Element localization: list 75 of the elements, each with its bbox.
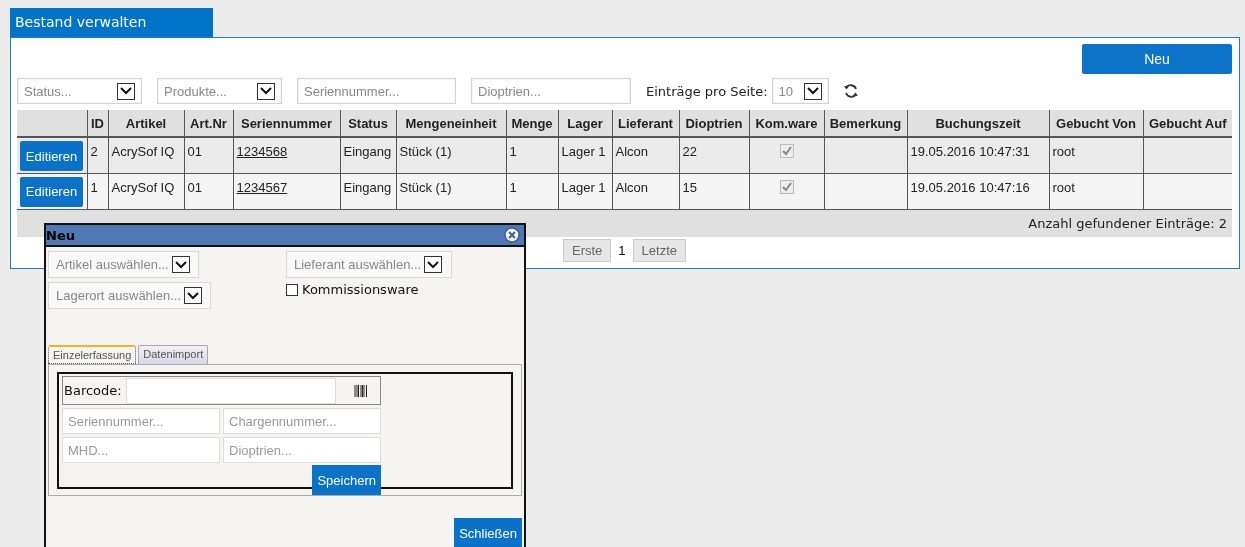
table-cell: Alcon — [615, 144, 649, 159]
checkbox[interactable] — [286, 283, 298, 296]
storage-select[interactable]: Lagerort auswählen... — [48, 282, 211, 309]
page-size-select[interactable]: 10 — [771, 78, 829, 104]
input-field[interactable]: Seriennummer... — [62, 408, 220, 434]
table-cell: Eingang — [343, 144, 392, 159]
checkbox-label: Kommissionsware — [302, 282, 419, 297]
refresh-icon[interactable] — [842, 83, 859, 99]
dropdown-caret-icon[interactable] — [803, 82, 822, 100]
result-count: Anzahl gefundener Einträge: 2 — [1028, 215, 1227, 231]
last-page-button[interactable]: Letzte — [632, 238, 686, 262]
input-field[interactable]: Dioptrien... — [223, 437, 381, 463]
column-header: Gebucht Von — [1049, 110, 1143, 137]
filter-input[interactable]: Dioptrien... — [471, 78, 631, 104]
close-button[interactable]: Schließen — [454, 518, 522, 547]
table-cell: 22 — [682, 144, 697, 159]
table-cell: Lager 1 — [561, 144, 606, 159]
table-cell: 01 — [187, 144, 202, 159]
table-cell: Stück (1) — [399, 144, 452, 159]
table-cell: Alcon — [615, 179, 649, 195]
table-cell: 1 — [509, 179, 517, 195]
barcode-field[interactable] — [125, 377, 336, 404]
input-field[interactable]: Chargennummer... — [223, 408, 381, 434]
current-page[interactable]: 1 — [617, 242, 627, 258]
table-cell: Eingang — [343, 179, 392, 195]
table-cell: Lager 1 — [561, 179, 606, 195]
filter-input[interactable]: Seriennummer... — [297, 78, 456, 104]
column-header: Bemerkung — [824, 110, 907, 137]
column-header: Art.Nr — [184, 110, 233, 137]
column-header: Dioptrien — [679, 110, 749, 137]
filter-select[interactable]: Produkte... — [157, 78, 282, 104]
table-cell: AcrySof IQ — [111, 179, 175, 195]
page-size-label: Einträge pro Seite: — [646, 83, 768, 99]
column-header: Menge — [506, 110, 558, 137]
input-field[interactable]: MHD... — [62, 437, 220, 463]
table-cell: 19.05.2016 10:47:16 — [910, 179, 1030, 195]
column-header: Artikel — [108, 110, 184, 137]
column-header: ID — [87, 110, 108, 137]
table-cell: root — [1052, 144, 1075, 159]
tab[interactable]: Einzelerfassung — [48, 345, 137, 364]
tab[interactable]: Datenimport — [138, 345, 209, 364]
article-select[interactable]: Artikel auswählen... — [48, 251, 199, 278]
column-header: Buchungszeit — [907, 110, 1049, 137]
supplier-select[interactable]: Lieferant auswählen... — [286, 251, 452, 278]
table-cell: 01 — [187, 179, 202, 195]
table-cell: 1 — [90, 179, 98, 195]
table-cell: Stück (1) — [399, 179, 452, 195]
table-cell: 1 — [509, 144, 517, 159]
table-cell: 19.05.2016 10:47:31 — [910, 144, 1030, 159]
table-cell: AcrySof IQ — [111, 144, 175, 159]
edit-button[interactable]: Editieren — [20, 141, 83, 171]
new-button[interactable]: Neu — [1082, 44, 1232, 74]
column-header: Lager — [558, 110, 612, 137]
column-header: Mengeneinheit — [396, 110, 506, 137]
dropdown-caret-icon[interactable] — [424, 256, 443, 273]
column-header: Status — [340, 110, 396, 137]
column-header: Lieferant — [612, 110, 679, 137]
table-cell: root — [1052, 179, 1075, 195]
dialog-title: Neu — [46, 227, 75, 243]
table-cell: 15 — [682, 179, 697, 195]
column-header: Kom.ware — [749, 110, 824, 137]
dropdown-caret-icon[interactable] — [184, 287, 203, 304]
first-page-button[interactable]: Erste — [563, 238, 612, 262]
column-header: Gebucht Auf — [1143, 110, 1232, 137]
column-header: Seriennummer — [233, 110, 340, 137]
dropdown-caret-icon[interactable] — [117, 82, 135, 100]
edit-button[interactable]: Editieren — [20, 176, 83, 207]
barcode-label: Barcode: — [63, 383, 123, 398]
close-icon[interactable] — [504, 227, 520, 243]
save-button[interactable]: Speichern — [312, 465, 381, 495]
table-cell: 2 — [90, 144, 98, 159]
dropdown-caret-icon[interactable] — [257, 82, 275, 100]
filter-select[interactable]: Status... — [17, 78, 142, 104]
barcode-icon[interactable] — [353, 384, 368, 397]
dropdown-caret-icon[interactable] — [171, 256, 190, 273]
